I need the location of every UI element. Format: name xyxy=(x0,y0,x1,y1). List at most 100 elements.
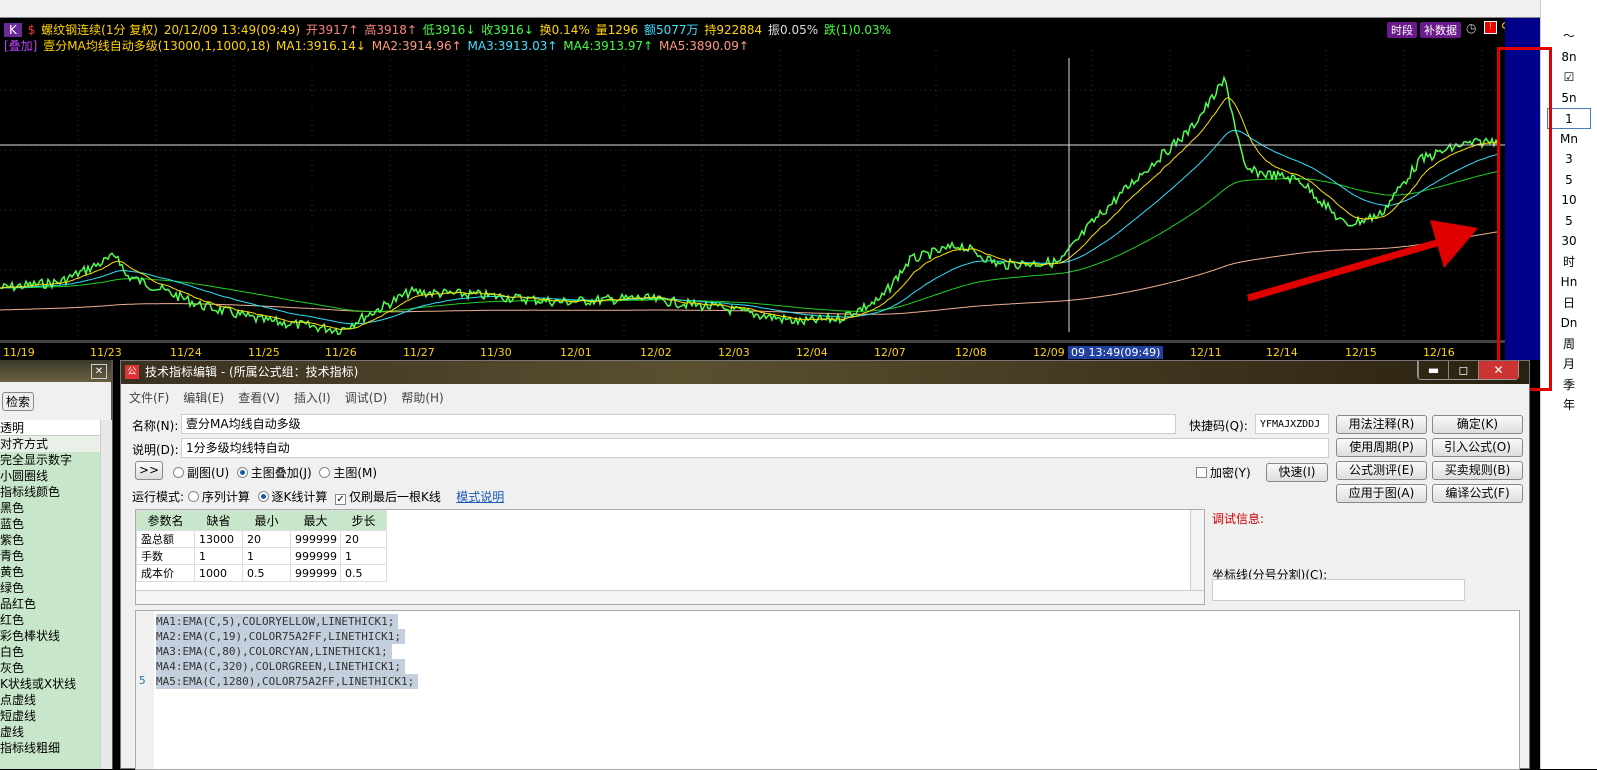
name-label: 名称(N): xyxy=(132,419,179,433)
date-axis: 11/19 11/23 11/24 11/25 11/26 11/27 11/30 12/01… xyxy=(0,345,1505,360)
option-item[interactable]: 指标线颜色 xyxy=(0,484,100,500)
option-item[interactable]: K状线或X状线 xyxy=(0,676,100,692)
table-cell[interactable]: 999999 xyxy=(290,530,341,548)
close-button[interactable]: ✕ xyxy=(1478,361,1518,379)
dialog-titlebar[interactable]: 公 技术指标编辑 - (所属公式组：技术指标) ▬ ◻ ✕ xyxy=(121,361,1529,384)
option-item[interactable]: 青色 xyxy=(0,548,100,564)
action-button[interactable]: 公式测评(E) xyxy=(1336,461,1427,480)
table-row[interactable]: 盈总额 13000 20 999999 20 xyxy=(136,530,387,548)
fast-button[interactable]: 快速(I) xyxy=(1266,463,1328,482)
table-row[interactable]: 成本价 1000 0.5 999999 0.5 xyxy=(136,564,387,582)
menu-item[interactable]: 编辑(E) xyxy=(183,391,224,405)
desc-input[interactable]: 1分多级均线特自动 xyxy=(181,438,1329,458)
period-button[interactable]: 〜 xyxy=(1541,26,1597,47)
table-cell[interactable]: 1 xyxy=(242,547,291,565)
scrollbar[interactable] xyxy=(100,420,112,769)
period-button[interactable]: 1 xyxy=(1547,108,1591,129)
action-button[interactable]: 买卖规则(B) xyxy=(1432,461,1523,480)
shortcut-label: 快捷码(Q): xyxy=(1189,419,1248,433)
minimize-button[interactable]: ▬ xyxy=(1418,361,1448,379)
table-cell[interactable]: 手数 xyxy=(136,547,195,565)
alert-icon[interactable]: ! xyxy=(1484,21,1497,34)
params-table[interactable]: 参数名 缺省 最小 最大 步长 盈总额 13000 20 999999 20 手数 1 1 999999 1… xyxy=(135,509,1205,605)
menu-item[interactable]: 文件(F) xyxy=(129,391,169,405)
table-cell[interactable]: 盈总额 xyxy=(136,530,195,548)
menu-item[interactable]: 查看(V) xyxy=(238,391,280,405)
option-item[interactable]: 点虚线 xyxy=(0,692,100,708)
axis-lines-input[interactable] xyxy=(1212,579,1465,601)
close-icon[interactable]: ✕ xyxy=(91,364,107,379)
horizontal-scrollbar[interactable] xyxy=(136,590,1204,604)
code-line: MA1:EMA(C,5),COLORYELLOW,LINETHICK1; xyxy=(156,614,399,629)
column-header: 缺省 xyxy=(194,510,243,531)
table-cell[interactable]: 999999 xyxy=(290,564,341,582)
table-cell[interactable]: 1 xyxy=(194,547,243,565)
period-button[interactable]: 时段 xyxy=(1387,22,1417,38)
name-input[interactable]: 壹分MA均线自动多级 xyxy=(181,414,1176,434)
option-item[interactable]: 红色 xyxy=(0,612,100,628)
option-item[interactable]: 短虚线 xyxy=(0,708,100,724)
option-item[interactable]: 指标线粗细 xyxy=(0,740,100,756)
menu-item[interactable]: 调试(D) xyxy=(345,391,388,405)
date-tick: 11/27 xyxy=(403,346,435,359)
checkbox[interactable] xyxy=(1196,467,1207,478)
option-item[interactable]: 彩色棒状线 xyxy=(0,628,100,644)
k-badge[interactable]: K xyxy=(4,23,22,37)
formula-editor[interactable]: MA1:EMA(C,5),COLORYELLOW,LINETHICK1; MA2:… xyxy=(135,610,1520,770)
menu-item[interactable]: 插入(I) xyxy=(294,391,331,405)
period-button[interactable]: 年 xyxy=(1541,395,1597,416)
option-item[interactable]: 虚线 xyxy=(0,724,100,740)
option-item[interactable]: 绿色 xyxy=(0,580,100,596)
expand-button[interactable]: >> xyxy=(135,461,163,480)
option-item[interactable]: 小圆圈线 xyxy=(0,468,100,484)
menu-item[interactable]: 帮助(H) xyxy=(401,391,443,405)
option-item[interactable]: 蓝色 xyxy=(0,516,100,532)
sub-chart-label: 副图(U) xyxy=(187,466,230,480)
shortcut-input[interactable]: YFMAJXZDDJ xyxy=(1255,414,1329,434)
maximize-button[interactable]: ◻ xyxy=(1448,361,1478,379)
code-line: MA4:EMA(C,320),COLORGREEN,LINETHICK1; xyxy=(156,659,406,674)
option-item[interactable]: 黄色 xyxy=(0,564,100,580)
date-tick: 12/08 xyxy=(955,346,987,359)
table-cell[interactable]: 999999 xyxy=(290,547,341,565)
sub-chart-radio[interactable] xyxy=(173,467,184,478)
option-item[interactable]: 黑色 xyxy=(0,500,100,516)
bar-calc-radio[interactable] xyxy=(257,491,269,502)
vertical-scrollbar[interactable] xyxy=(1190,510,1204,590)
table-row[interactable]: 手数 1 1 999999 1 xyxy=(136,547,387,565)
table-cell[interactable]: 0.5 xyxy=(242,564,291,582)
search-button[interactable]: 检索 xyxy=(2,392,35,411)
s-icon: $ xyxy=(27,23,36,37)
action-button[interactable]: 使用周期(P) xyxy=(1336,438,1427,457)
debug-info-label: 调试信息: xyxy=(1212,512,1265,526)
date-tick: 12/04 xyxy=(796,346,828,359)
table-cell[interactable]: 0.5 xyxy=(340,564,387,582)
main-chart-radio[interactable] xyxy=(319,467,331,478)
encrypt-checkbox[interactable]: 加密(Y) xyxy=(1196,464,1251,481)
option-item[interactable]: 紫色 xyxy=(0,532,100,548)
option-item[interactable]: 透明 xyxy=(0,420,100,436)
table-cell[interactable]: 20 xyxy=(242,530,291,548)
overlay-radio[interactable] xyxy=(236,467,248,478)
table-cell[interactable]: 1000 xyxy=(194,564,243,582)
table-cell[interactable]: 1 xyxy=(340,547,387,565)
action-button[interactable]: 应用于图(A) xyxy=(1336,484,1427,503)
option-item[interactable]: 白色 xyxy=(0,644,100,660)
clock-icon[interactable]: ◷ xyxy=(1466,21,1476,35)
table-cell[interactable]: 20 xyxy=(340,530,387,548)
fill-data-button[interactable]: 补数据 xyxy=(1420,22,1461,38)
option-item[interactable]: 完全显示数字 xyxy=(0,452,100,468)
action-button[interactable]: 编译公式(F) xyxy=(1432,484,1523,503)
seq-calc-radio[interactable] xyxy=(187,491,199,502)
action-button[interactable]: 确定(K) xyxy=(1432,415,1523,434)
action-button[interactable]: 用法注释(R) xyxy=(1336,415,1427,434)
action-button[interactable]: 引入公式(O) xyxy=(1432,438,1523,457)
option-item[interactable]: 品红色 xyxy=(0,596,100,612)
table-cell[interactable]: 13000 xyxy=(194,530,243,548)
option-item[interactable]: 对齐方式 xyxy=(0,436,100,452)
option-item[interactable]: 灰色 xyxy=(0,660,100,676)
last-bar-checkbox[interactable]: ✓ xyxy=(335,494,347,505)
option-list[interactable]: 透明 对齐方式 完全显示数字 小圆圈线 指标线颜色 黑色 蓝色 紫色 青色 黄色 绿色 品红色 红色 彩色… xyxy=(0,420,100,769)
table-cell[interactable]: 成本价 xyxy=(136,564,195,582)
mode-help-link[interactable]: 模式说明 xyxy=(456,490,504,504)
